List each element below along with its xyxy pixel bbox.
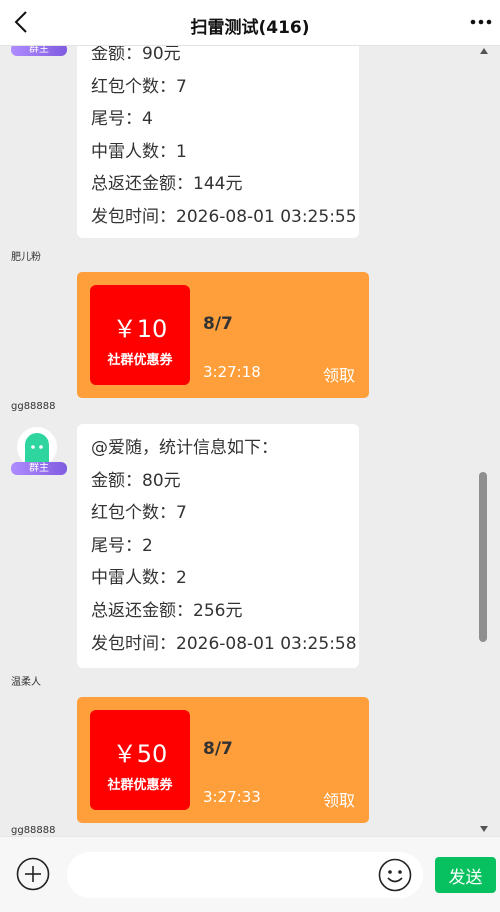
avatar-image [17,427,57,467]
scrollbar-thumb[interactable] [479,472,487,642]
message-line: 中雷人数：2 [91,568,187,589]
more-options-icon[interactable] [468,6,496,38]
plus-icon[interactable] [16,857,50,891]
avatar[interactable]: 群主 [11,427,67,475]
coupon-time: 3:27:33 [203,788,261,806]
coupon-amount: ￥50 [112,740,168,768]
coupon-amount: ￥10 [112,315,168,343]
coupon-count: 8/7 [203,739,233,759]
avatar[interactable]: 群主 [11,46,67,56]
group-owner-badge: 群主 [11,46,67,56]
stats-message-bubble[interactable]: @爱随，统计信息如下： 金额：80元 红包个数：7 尾号：2 中雷人数：2 总返… [77,424,359,669]
coupon-card[interactable]: ￥50 社群优惠券 8/7 3:27:33 领取 [77,697,369,823]
coupon-label: 社群优惠券 [107,353,173,368]
coupon-count: 8/7 [203,314,233,334]
message-line: 总返还金额：256元 [91,600,243,621]
scrollbar[interactable] [478,46,490,836]
message-line: 发包时间：2026-08-01 03:25:58 [91,633,357,654]
message-line: 尾号：2 [91,535,153,556]
message-line: 发包时间：2026-08-01 03:25:55 [91,206,357,227]
send-button[interactable]: 发送 [435,857,496,893]
scroll-up-arrow-icon[interactable] [480,48,488,54]
stats-message-bubble[interactable]: 金额：90元 红包个数：7 尾号：4 中雷人数：1 总返还金额：144元 发包时… [77,46,359,238]
message-input-bar: 发送 [0,836,500,912]
message-line: 红包个数：7 [91,76,187,97]
message-input[interactable] [67,852,423,898]
sender-nickname: gg88888 [11,401,56,412]
chat-message-list[interactable]: 群主 金额：90元 红包个数：7 尾号：4 中雷人数：1 总返还金额：144元 … [0,46,500,836]
sender-nickname: gg88888 [11,825,56,836]
message-line: 尾号：4 [91,109,153,130]
message-line: 金额：90元 [91,46,181,64]
coupon-time: 3:27:18 [203,363,261,381]
coupon-amount-box: ￥10 社群优惠券 [90,285,190,385]
message-line: @爱随，统计信息如下： [91,438,278,458]
message-line: 总返还金额：144元 [91,174,243,195]
sender-nickname: 肥儿粉 [11,252,41,263]
group-owner-badge: 群主 [11,462,67,475]
sender-nickname: 温柔人 [11,677,41,688]
claim-button[interactable]: 领取 [323,362,355,386]
chat-header: 扫雷测试(416) [0,0,500,46]
coupon-amount-box: ￥50 社群优惠券 [90,710,190,810]
ghost-avatar-icon [25,433,49,463]
message-line: 金额：80元 [91,470,181,491]
message-line: 红包个数：7 [91,503,187,524]
chat-title: 扫雷测试(416) [190,18,310,38]
claim-button[interactable]: 领取 [323,787,355,811]
emoji-icon[interactable] [378,858,412,892]
coupon-card[interactable]: ￥10 社群优惠券 8/7 3:27:18 领取 [77,272,369,398]
message-line: 中雷人数：1 [91,141,187,162]
scroll-down-arrow-icon[interactable] [480,826,488,832]
coupon-label: 社群优惠券 [107,778,173,793]
